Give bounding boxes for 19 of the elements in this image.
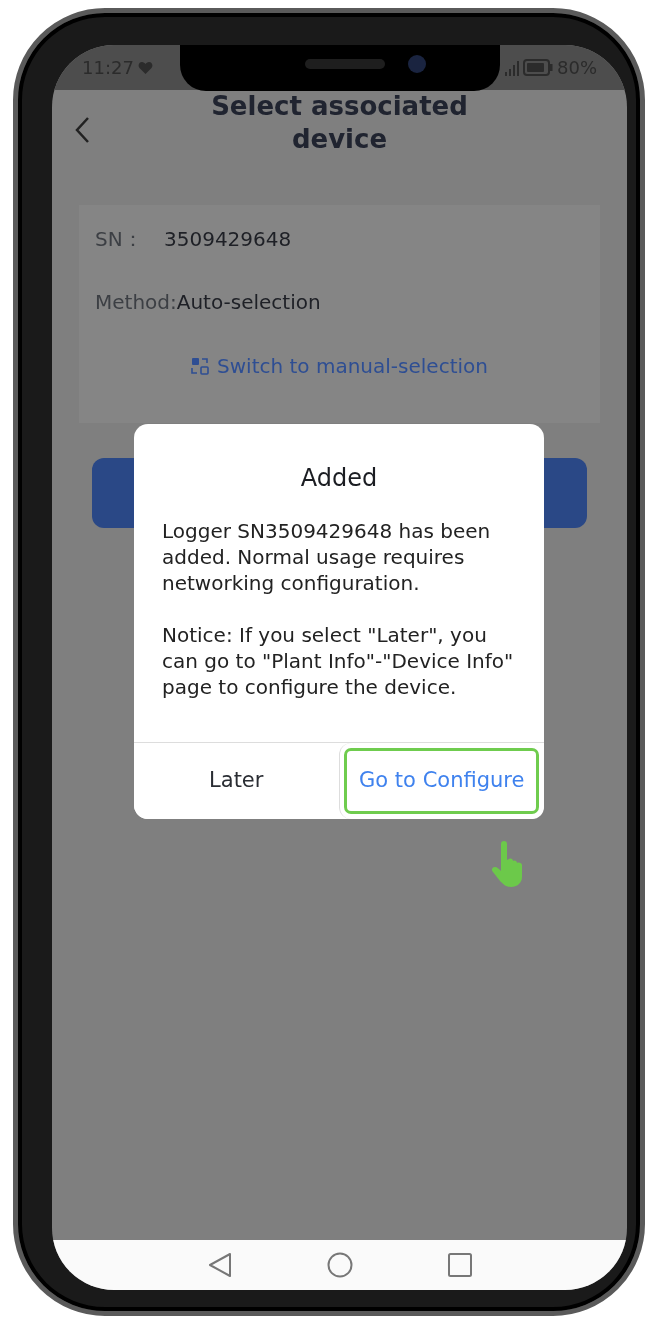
switch-icon [191, 357, 210, 375]
dialog-title: Added [299, 463, 379, 494]
sn-value: 3509429648 [164, 226, 292, 253]
home-nav-icon[interactable] [326, 1252, 353, 1278]
heart-icon [137, 60, 153, 75]
method-label: Method: [95, 289, 177, 316]
switch-link[interactable]: Switch to manual-selection [217, 351, 488, 381]
configure-button[interactable]: Go to Configure [338, 743, 544, 819]
sn-label: SN： [95, 226, 144, 253]
battery-icon [523, 59, 553, 76]
camera-lens [408, 55, 426, 73]
signal-icon [505, 59, 519, 76]
recents-nav-icon[interactable] [447, 1253, 472, 1277]
dialog-message: Logger SN3509429648 has been added. Normal usage requires networking configuration. [161, 518, 492, 596]
back-nav-icon[interactable] [207, 1252, 232, 1278]
dialog-notice: Notice: If you select "Later", you can go to "Plant Info"-"Device Info" page to configure the device. [161, 622, 515, 700]
page-title: Select associated device [210, 90, 469, 156]
method-value: Auto-selection [176, 289, 321, 316]
back-icon[interactable] [74, 116, 90, 144]
